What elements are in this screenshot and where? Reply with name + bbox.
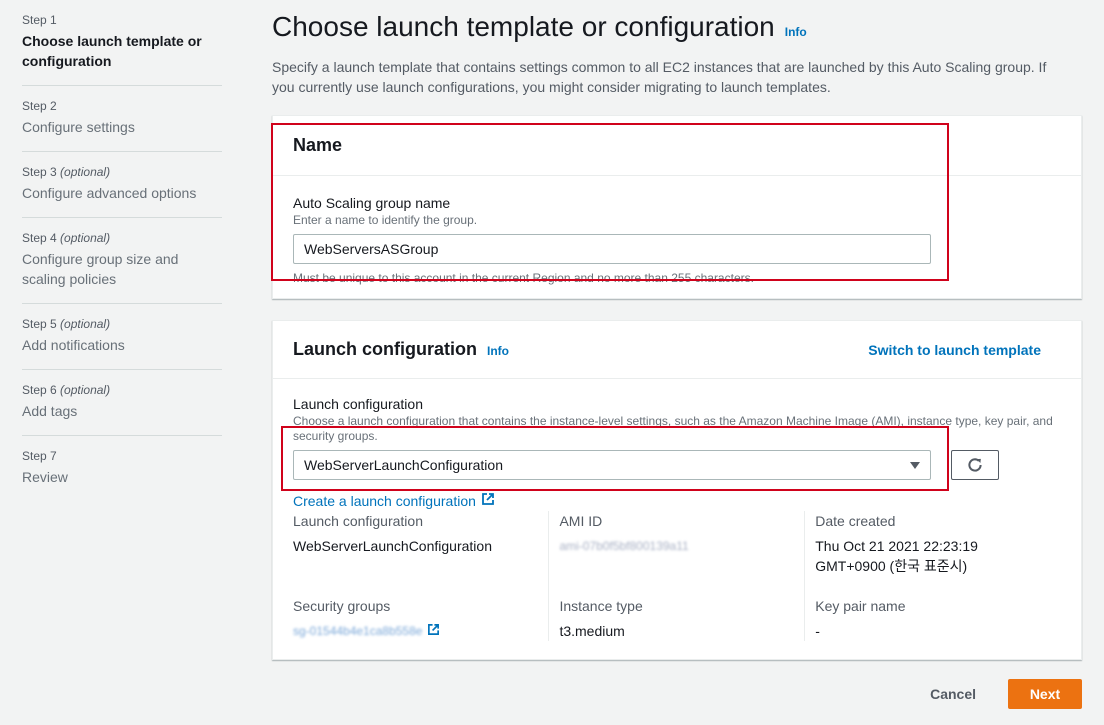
sg-detail-value: sg-01544b4e1ca8b558e xyxy=(293,624,423,638)
external-link-icon xyxy=(481,492,495,509)
step-5[interactable]: Step 5 (optional) Add notifications xyxy=(22,316,222,370)
sg-detail-label: Security groups xyxy=(293,598,391,614)
ami-detail-value: ami-07b0f5bf800139a11 xyxy=(559,539,689,553)
asg-name-label: Auto Scaling group name xyxy=(293,195,451,211)
sg-detail: Security groups sg-01544b4e1ca8b558e xyxy=(293,596,538,641)
external-link-icon xyxy=(427,621,440,641)
date-created-value: Thu Oct 21 2021 22:23:19 GMT+0900 (한국 표준… xyxy=(815,538,978,574)
switch-to-launch-template-link[interactable]: Switch to launch template xyxy=(868,342,1041,358)
date-created-label: Date created xyxy=(815,513,896,529)
step-3[interactable]: Step 3 (optional) Configure advanced opt… xyxy=(22,164,222,218)
wizard-steps: Step 1 Choose launch template or configu… xyxy=(22,12,222,513)
launch-configuration-select[interactable]: WebServerLaunchConfiguration xyxy=(293,450,931,480)
lc-info-link[interactable]: Info xyxy=(487,344,509,358)
step-7[interactable]: Step 7 Review xyxy=(22,448,222,501)
asg-name-input[interactable]: WebServersASGroup xyxy=(293,234,931,264)
step-title: Choose launch template or configuration xyxy=(22,33,202,69)
lc-description: Choose a launch configuration that conta… xyxy=(293,414,1053,443)
lc-label: Launch configuration xyxy=(293,396,423,412)
step-number: Step 2 xyxy=(22,99,57,113)
date-detail: Date created Thu Oct 21 2021 22:23:19 GM… xyxy=(815,511,1051,596)
step-2[interactable]: Step 2 Configure settings xyxy=(22,98,222,152)
lc-selected-value: WebServerLaunchConfiguration xyxy=(304,457,503,473)
lc-name-detail: Launch configuration WebServerLaunchConf… xyxy=(293,511,538,596)
name-panel-title: Name xyxy=(293,135,343,155)
page-description: Specify a launch template that contains … xyxy=(272,59,1047,95)
step-6[interactable]: Step 6 (optional) Add tags xyxy=(22,382,222,436)
key-pair-label: Key pair name xyxy=(815,598,906,614)
details-col-2: AMI ID ami-07b0f5bf800139a11 Instance ty… xyxy=(548,511,804,641)
step-number: Step 5 (optional) xyxy=(22,317,111,331)
instance-type-value: t3.medium xyxy=(559,623,625,639)
cancel-button[interactable]: Cancel xyxy=(930,686,976,702)
refresh-icon xyxy=(968,458,982,472)
step-4[interactable]: Step 4 (optional) Configure group size a… xyxy=(22,230,222,304)
step-title: Review xyxy=(22,469,68,485)
name-panel: Name Auto Scaling group name Enter a nam… xyxy=(272,115,1082,299)
name-panel-header: Name xyxy=(273,116,1081,176)
name-panel-body: Auto Scaling group name Enter a name to … xyxy=(273,176,1081,301)
step-title: Add tags xyxy=(22,403,78,419)
lc-panel-header: Launch configuration Info Switch to laun… xyxy=(273,321,1081,379)
step-number: Step 1 xyxy=(22,13,57,27)
step-title: Configure settings xyxy=(22,119,135,135)
page-title-text: Choose launch template or configuration xyxy=(272,11,775,42)
next-button[interactable]: Next xyxy=(1008,679,1082,709)
key-pair-value: - xyxy=(815,623,820,639)
main-content: Choose launch template or configuration … xyxy=(272,0,1082,660)
info-link[interactable]: Info xyxy=(785,25,807,39)
sg-link[interactable]: sg-01544b4e1ca8b558e xyxy=(293,621,538,641)
lc-panel-title: Launch configuration xyxy=(293,339,477,359)
lc-detail-label: Launch configuration xyxy=(293,513,423,529)
instance-type-label: Instance type xyxy=(559,598,643,614)
lc-panel-title-group: Launch configuration Info xyxy=(293,339,509,360)
lc-detail-value: WebServerLaunchConfiguration xyxy=(293,538,492,554)
key-pair-detail: Key pair name - xyxy=(815,596,1051,641)
step-title: Configure advanced options xyxy=(22,185,197,201)
step-number: Step 6 (optional) xyxy=(22,383,111,397)
step-title: Configure group size and scaling policie… xyxy=(22,251,179,287)
asg-name-constraint: Must be unique to this account in the cu… xyxy=(293,271,754,285)
instance-type-detail: Instance type t3.medium xyxy=(559,596,794,641)
ami-detail: AMI ID ami-07b0f5bf800139a11 xyxy=(559,511,794,596)
step-title: Add notifications xyxy=(22,337,125,353)
create-lc-link-text: Create a launch configuration xyxy=(293,492,476,509)
lc-details: Launch configuration WebServerLaunchConf… xyxy=(293,511,1061,641)
caret-down-icon xyxy=(910,461,920,469)
page-title: Choose launch template or configuration … xyxy=(272,11,1082,43)
asg-name-description: Enter a name to identify the group. xyxy=(293,213,478,227)
lc-select-row: WebServerLaunchConfiguration xyxy=(293,450,1061,480)
ami-detail-label: AMI ID xyxy=(559,513,603,529)
step-number: Step 3 (optional) xyxy=(22,165,111,179)
step-number: Step 7 xyxy=(22,449,57,463)
details-col-3: Date created Thu Oct 21 2021 22:23:19 GM… xyxy=(804,511,1061,641)
create-launch-configuration-link[interactable]: Create a launch configuration xyxy=(293,492,1061,509)
step-number: Step 4 (optional) xyxy=(22,231,111,245)
step-1[interactable]: Step 1 Choose launch template or configu… xyxy=(22,12,222,86)
launch-configuration-panel: Launch configuration Info Switch to laun… xyxy=(272,320,1082,660)
wizard-footer: Cancel Next xyxy=(930,679,1082,709)
refresh-button[interactable] xyxy=(951,450,999,480)
lc-panel-body: Launch configuration Choose a launch con… xyxy=(273,379,1081,657)
details-col-1: Launch configuration WebServerLaunchConf… xyxy=(293,511,548,641)
